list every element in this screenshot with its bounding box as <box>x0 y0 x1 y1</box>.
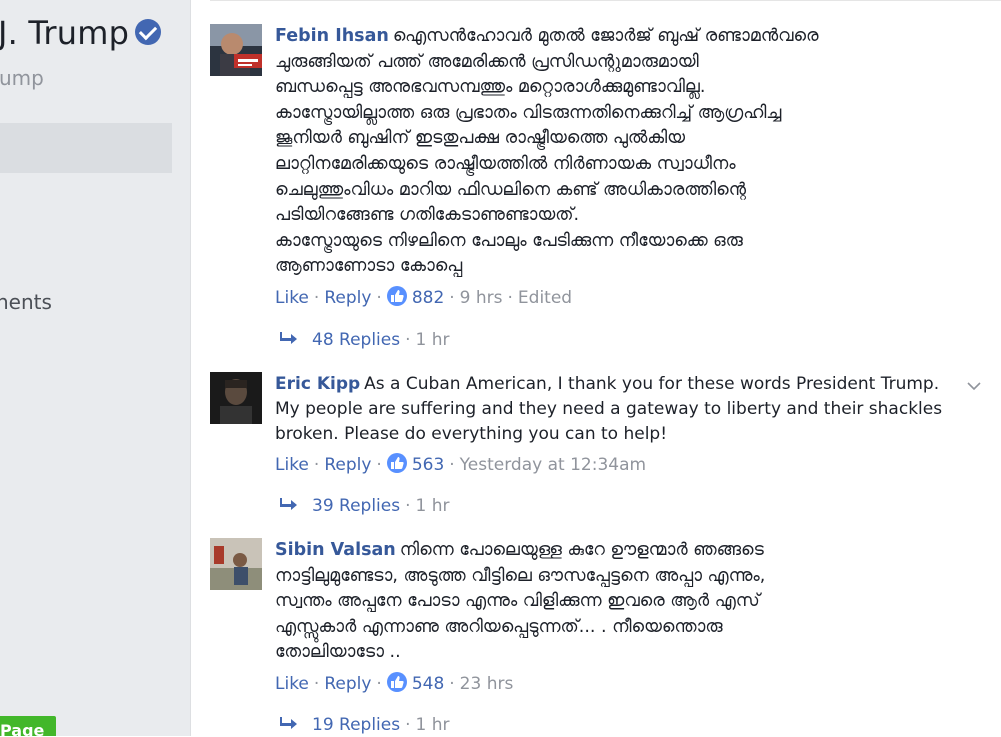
comment-line: നാട്ടിലുമുണ്ടേടാ, അടുത്ത വീട്ടിലെ ഔസപ്പേ… <box>275 565 766 586</box>
comment-line: ആണാണോടാ കോപ്പെ <box>275 256 463 277</box>
comment-author[interactable]: Febin Ihsan <box>275 26 389 46</box>
comment-line: broken. Please do everything you can to … <box>275 424 668 444</box>
page-handle[interactable]: ump <box>0 66 44 90</box>
reply-arrow-icon <box>280 328 300 352</box>
replies-link[interactable]: 19 Replies <box>312 715 400 735</box>
comment-line: സ്വന്തം അപ്പനേ പോടാ എന്നും വിളിക്കുന്ന ഇ… <box>275 591 760 612</box>
chevron-down-icon[interactable] <box>967 378 981 392</box>
comment-line: ചുരുങ്ങിയത് പത്ത് അമേരിക്കൻ പ്രസിഡന്റുമാ… <box>275 51 699 72</box>
comment-body: Febin Ihsan ഐസൻഹോവർ മുതൽ ജോർജ് ബുഷ് രണ്ടാ… <box>275 24 975 310</box>
view-replies[interactable]: 39 Replies · 1 hr <box>280 494 450 518</box>
reply-button[interactable]: Reply <box>324 674 371 694</box>
create-page-button[interactable]: Page <box>0 716 56 736</box>
sidebar-item-comments[interactable]: nents <box>0 290 52 314</box>
page-title-text[interactable]: J. Trump <box>0 14 129 52</box>
comment-text: Sibin Valsan നിന്നെ പോലെയുള്ള കുറേ ഊളന്മാ… <box>275 538 975 666</box>
replies-time: 1 hr <box>415 715 450 735</box>
view-replies[interactable]: 19 Replies · 1 hr <box>280 713 450 737</box>
thumbs-up-icon <box>386 285 407 306</box>
reply-arrow-icon <box>280 494 300 518</box>
comment-timestamp[interactable]: 9 hrs <box>460 288 503 308</box>
like-button[interactable]: Like <box>275 455 309 475</box>
page-title[interactable]: J. Trump <box>0 14 162 52</box>
edited-label[interactable]: Edited <box>518 288 572 308</box>
comment-line: ചെലുത്തുംവിധം മാറിയ ഫിഡലിനെ കണ്ട് അധികാര… <box>275 179 747 200</box>
comment-line: As a Cuban American, I thank you for the… <box>364 374 940 394</box>
comment-line: നിന്നെ പോലെയുള്ള കുറേ ഊളന്മാർ ഞങ്ങടെ <box>399 540 764 560</box>
comment-author[interactable]: Sibin Valsan <box>275 540 396 560</box>
comment-line: ജൂനിയർ ബുഷിന് ഇടതുപക്ഷ രാഷ്ട്രീയത്തെ പുൽ… <box>275 128 686 149</box>
view-replies[interactable]: 48 Replies · 1 hr <box>280 328 450 352</box>
replies-time: 1 hr <box>415 330 450 350</box>
page-sidebar: J. Trump ump nents Page <box>0 0 191 736</box>
thumbs-up-icon <box>386 453 407 473</box>
comment-line: കാസ്ട്രോയില്ലാത്ത ഒരു പ്രഭാതം വിടരുന്നതി… <box>275 102 782 123</box>
like-button[interactable]: Like <box>275 288 309 308</box>
like-count[interactable]: 548 <box>412 674 444 694</box>
comment-line: തോലിയാടോ .. <box>275 642 401 663</box>
like-count[interactable]: 882 <box>412 288 444 308</box>
avatar[interactable] <box>210 372 262 424</box>
replies-link[interactable]: 48 Replies <box>312 330 400 350</box>
comment-author[interactable]: Eric Kipp <box>275 374 360 394</box>
comment-line: കാസ്ട്രോയുടെ നിഴലിനെ പോലും പേടിക്കുന്ന ന… <box>275 230 743 251</box>
comment-actions: Like · Reply · 563 · Yesterday at 12:34am <box>275 453 647 475</box>
avatar[interactable] <box>210 538 262 590</box>
comment-body: Eric Kipp As a Cuban American, I thank yo… <box>275 372 975 477</box>
comment-actions: Like · Reply · 882 · 9 hrs · Edited <box>275 285 573 308</box>
comment-body: Sibin Valsan നിന്നെ പോലെയുള്ള കുറേ ഊളന്മാ… <box>275 538 975 696</box>
comment-text: Eric Kipp As a Cuban American, I thank yo… <box>275 372 975 447</box>
comments-list: Febin Ihsan ഐസൻഹോവർ മുതൽ ജോർജ് ബുഷ് രണ്ടാ… <box>210 0 1001 736</box>
comment-line: ലാറ്റിനമേരിക്കയുടെ രാഷ്ട്രീയത്തിൽ നിർണായ… <box>275 153 736 174</box>
thumbs-up-icon <box>386 671 407 692</box>
comment-line: ബന്ധപ്പെട്ട അനുഭവസമ്പത്തും മറ്റൊരാൾക്കുമ… <box>275 77 706 98</box>
avatar[interactable] <box>210 24 262 76</box>
divider <box>210 0 1001 1</box>
like-button[interactable]: Like <box>275 674 309 694</box>
comment-timestamp[interactable]: 23 hrs <box>460 674 514 694</box>
comment-line: My people are suffering and they need a … <box>275 399 943 419</box>
comment-actions: Like · Reply · 548 · 23 hrs <box>275 671 514 694</box>
sidebar-selected-item[interactable] <box>0 123 172 173</box>
replies-time: 1 hr <box>415 496 450 516</box>
comment-line: പടിയിറങ്ങേണ്ട ഗതികേടാണുണ്ടായത്. <box>275 205 580 226</box>
reply-arrow-icon <box>280 713 300 737</box>
like-count[interactable]: 563 <box>412 455 444 475</box>
reply-button[interactable]: Reply <box>324 288 371 308</box>
comment-line: എസ്സുകാർ എന്നാണു അറിയപ്പെടുന്നത്... . നീ… <box>275 616 723 637</box>
replies-link[interactable]: 39 Replies <box>312 496 400 516</box>
comment-text: Febin Ihsan ഐസൻഹോവർ മുതൽ ജോർജ് ബുഷ് രണ്ടാ… <box>275 24 975 280</box>
reply-button[interactable]: Reply <box>324 455 371 475</box>
comment-line: ഐസൻഹോവർ മുതൽ ജോർജ് ബുഷ് രണ്ടാമൻവരെ <box>392 26 819 46</box>
comment-timestamp[interactable]: Yesterday at 12:34am <box>460 455 646 475</box>
verified-badge-icon <box>135 19 162 45</box>
